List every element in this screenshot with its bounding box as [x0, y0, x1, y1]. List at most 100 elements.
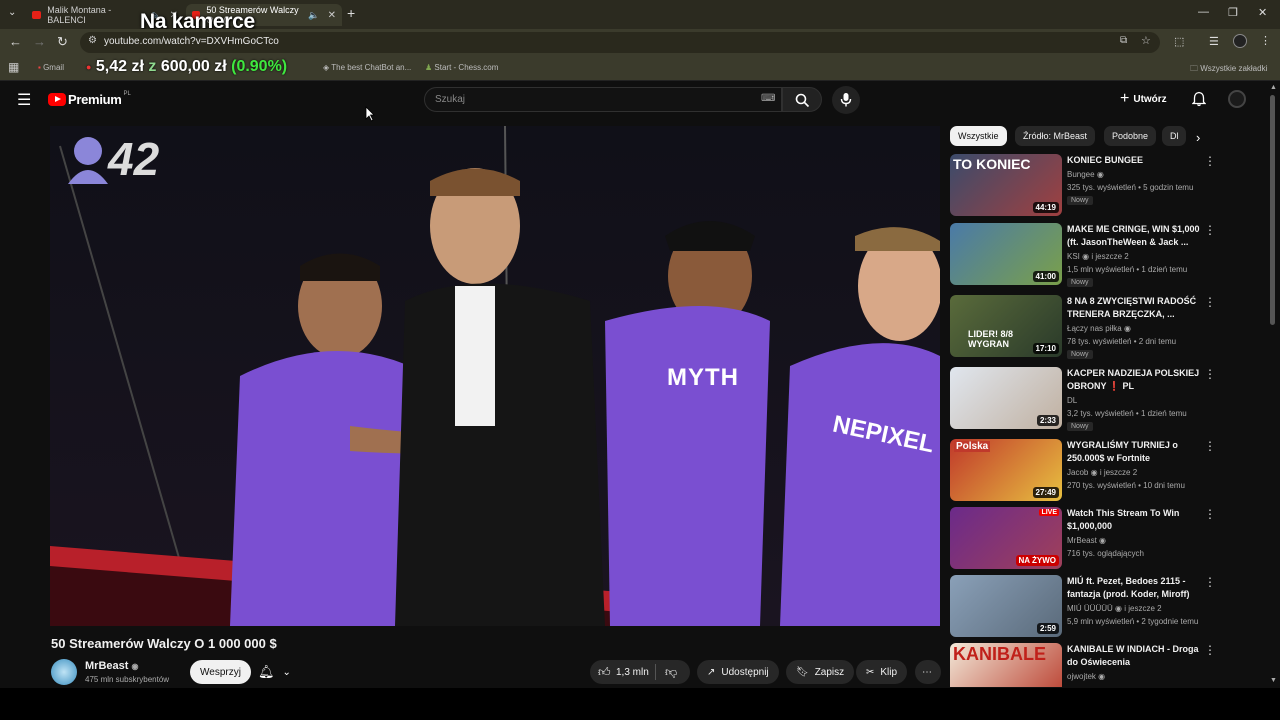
reading-list-icon[interactable]: ☰: [1209, 35, 1219, 48]
install-icon[interactable]: ⧉: [1120, 35, 1127, 46]
keyboard-icon[interactable]: ⌨: [761, 93, 775, 104]
notification-bell-dropdown[interactable]: 🔔︎ ⌄: [258, 664, 291, 680]
chip-more[interactable]: Dl: [1162, 126, 1186, 146]
channel-avatar[interactable]: [51, 659, 77, 685]
reload-icon[interactable]: ↻: [57, 34, 68, 50]
more-options-icon[interactable]: ⋮: [1204, 295, 1216, 309]
back-arrow-icon[interactable]: ←: [9, 34, 22, 49]
more-actions-button[interactable]: ⋯: [915, 660, 941, 684]
logo-country: PL: [123, 90, 131, 97]
account-avatar[interactable]: [1228, 90, 1246, 108]
minimize-icon[interactable]: —: [1198, 6, 1209, 18]
chip-related[interactable]: Podobne: [1104, 126, 1157, 146]
clip-button[interactable]: ✂ Klip: [856, 660, 908, 684]
channel-name[interactable]: MrBeast ◉: [1067, 536, 1106, 545]
video-thumbnail[interactable]: TO KONIEC 44:19: [950, 154, 1062, 216]
recommended-video[interactable]: LIDER! 8/8 WYGRAN 17:10 8 NA 8 ZWYCIĘSTW…: [950, 295, 1220, 361]
chevron-down-icon: ⌄: [282, 666, 291, 678]
search-button[interactable]: [782, 87, 822, 112]
youtube-premium-logo[interactable]: Premium PL: [48, 90, 131, 107]
support-label: Wesprzyj: [200, 666, 241, 678]
chip-from-mrbeast[interactable]: Źródło: MrBeast: [1015, 126, 1096, 146]
chevron-right-icon[interactable]: ›: [1196, 130, 1200, 145]
video-thumbnail[interactable]: LIDER! 8/8 WYGRAN 17:10: [950, 295, 1062, 357]
close-icon[interactable]: ✕: [328, 10, 336, 21]
bookmark-gmail[interactable]: ▪ Gmail: [38, 63, 64, 72]
video-thumbnail[interactable]: 2:59: [950, 575, 1062, 637]
recommended-video[interactable]: 2:59 MIÚ ft. Pezet, Bedoes 2115 - fantaz…: [950, 575, 1220, 641]
notifications-bell-icon[interactable]: [1192, 91, 1206, 107]
create-button[interactable]: + Utwórz: [1120, 91, 1167, 107]
channel-name-main[interactable]: MrBeast ◉: [85, 660, 138, 672]
video-title[interactable]: MAKE ME CRINGE, WIN $1,000 (ft. JasonThe…: [1067, 223, 1207, 249]
recommended-video[interactable]: TO KONIEC 44:19 KONIEC BUNGEE Bungee ◉ 3…: [950, 154, 1220, 220]
recommended-video[interactable]: 41:00 MAKE ME CRINGE, WIN $1,000 (ft. Ja…: [950, 223, 1220, 289]
stock-percent: (0.90%): [231, 58, 288, 75]
video-title[interactable]: WYGRALIŚMY TURNIEJ o 250.000$ w Fortnite: [1067, 439, 1207, 465]
hamburger-menu-icon[interactable]: ☰: [17, 90, 31, 110]
video-thumbnail[interactable]: 2:33: [950, 367, 1062, 429]
address-bar[interactable]: ⚙ youtube.com/watch?v=DXVHmGoCTco ⧉ ☆: [80, 32, 1160, 53]
video-title[interactable]: KACPER NADZIEJA POLSKIEJ OBRONY ❗ PL: [1067, 367, 1207, 393]
scrollbar-thumb[interactable]: [1270, 95, 1275, 325]
recommended-video[interactable]: KANIBALE KANIBALE W INDIACH - Droga do O…: [950, 643, 1220, 687]
video-thumbnail[interactable]: LIVE NA ŻYWO: [950, 507, 1062, 569]
all-bookmarks[interactable]: 🗀 Wszystkie zakładki: [1190, 63, 1267, 77]
video-player[interactable]: 42 MYTH NEPIXEL: [50, 126, 940, 626]
channel-name[interactable]: MIÚ ÜÜÜÜÜ ◉ i jeszcze 2: [1067, 604, 1162, 613]
channel-name[interactable]: KSI ◉ i jeszcze 2: [1067, 252, 1129, 261]
profile-avatar[interactable]: [1233, 34, 1247, 48]
more-options-icon[interactable]: ⋮: [1204, 367, 1216, 381]
youtube-logo-icon: [48, 93, 66, 106]
scroll-up-arrow-icon[interactable]: ▲: [1270, 84, 1277, 91]
more-options-icon[interactable]: ⋮: [1204, 575, 1216, 589]
like-icon[interactable]: 👍︎: [598, 665, 611, 680]
site-info-icon[interactable]: ⚙: [88, 35, 97, 46]
apps-grid-icon[interactable]: ▦: [8, 60, 19, 74]
video-thumbnail[interactable]: Polska 27:49: [950, 439, 1062, 501]
recommended-video[interactable]: Polska 27:49 WYGRALIŚMY TURNIEJ o 250.00…: [950, 439, 1220, 505]
more-options-icon[interactable]: ⋮: [1204, 439, 1216, 453]
new-tab-button[interactable]: +: [347, 5, 355, 21]
verified-icon: ◉: [1099, 536, 1107, 545]
video-title[interactable]: 8 NA 8 ZWYCIĘSTWI RADOŚĆ TRENERA BRZĘCZK…: [1067, 295, 1207, 321]
more-options-icon[interactable]: ⋮: [1204, 643, 1216, 657]
verified-icon: ◉: [1115, 604, 1122, 613]
video-thumbnail[interactable]: 41:00: [950, 223, 1062, 285]
channel-name[interactable]: Bungee ◉: [1067, 170, 1104, 179]
bookmark-star-icon[interactable]: ☆: [1141, 34, 1151, 47]
channel-name[interactable]: Łączy nas piłka ◉: [1067, 324, 1131, 333]
more-options-icon[interactable]: ⋮: [1204, 223, 1216, 237]
recommended-video[interactable]: LIVE NA ŻYWO Watch This Stream To Win $1…: [950, 507, 1220, 573]
restore-icon[interactable]: ❐: [1228, 6, 1238, 19]
extensions-icon[interactable]: ⬚: [1174, 35, 1184, 48]
channel-name[interactable]: DL: [1067, 396, 1077, 405]
video-title[interactable]: KANIBALE W INDIACH - Droga do Oświecenia: [1067, 643, 1207, 669]
search-input[interactable]: Szukaj ⌨: [424, 87, 782, 112]
share-button[interactable]: ↗ Udostępnij: [697, 660, 779, 684]
save-button[interactable]: 🔖︎ Zapisz: [786, 660, 855, 684]
bookmark-chatbot[interactable]: ◈ The best ChatBot an...: [323, 63, 411, 72]
channel-name[interactable]: ojwojtek ◉: [1067, 672, 1105, 681]
more-horizontal-icon: ⋯: [922, 666, 932, 678]
channel-name[interactable]: Jacob ◉ i jeszcze 2: [1067, 468, 1137, 477]
bookmark-chess[interactable]: ♟ Start - Chess.com: [425, 63, 498, 72]
recommended-video[interactable]: 2:33 KACPER NADZIEJA POLSKIEJ OBRONY ❗ P…: [950, 367, 1220, 433]
video-title[interactable]: KONIEC BUNGEE: [1067, 154, 1207, 167]
more-options-icon[interactable]: ⋮: [1204, 154, 1216, 168]
scroll-down-arrow-icon[interactable]: ▼: [1270, 677, 1277, 684]
dislike-icon[interactable]: 👎︎: [665, 665, 677, 680]
new-badge: Nowy: [1067, 350, 1093, 359]
video-title[interactable]: Watch This Stream To Win $1,000,000: [1067, 507, 1207, 533]
voice-search-button[interactable]: [832, 86, 860, 114]
window-close-icon[interactable]: ✕: [1258, 6, 1267, 19]
tab-search-icon[interactable]: ⌄: [8, 7, 16, 18]
video-title[interactable]: MIÚ ft. Pezet, Bedoes 2115 - fantazja (p…: [1067, 575, 1207, 601]
more-options-icon[interactable]: ⋮: [1204, 507, 1216, 521]
video-thumbnail[interactable]: KANIBALE: [950, 643, 1062, 687]
menu-dots-icon[interactable]: ⋮: [1260, 34, 1271, 47]
like-count[interactable]: 1,3 mln: [616, 667, 649, 678]
forward-arrow-icon[interactable]: →: [33, 34, 46, 49]
support-button[interactable]: Wesprzyj: [190, 660, 251, 684]
chip-all[interactable]: Wszystkie: [950, 126, 1007, 146]
